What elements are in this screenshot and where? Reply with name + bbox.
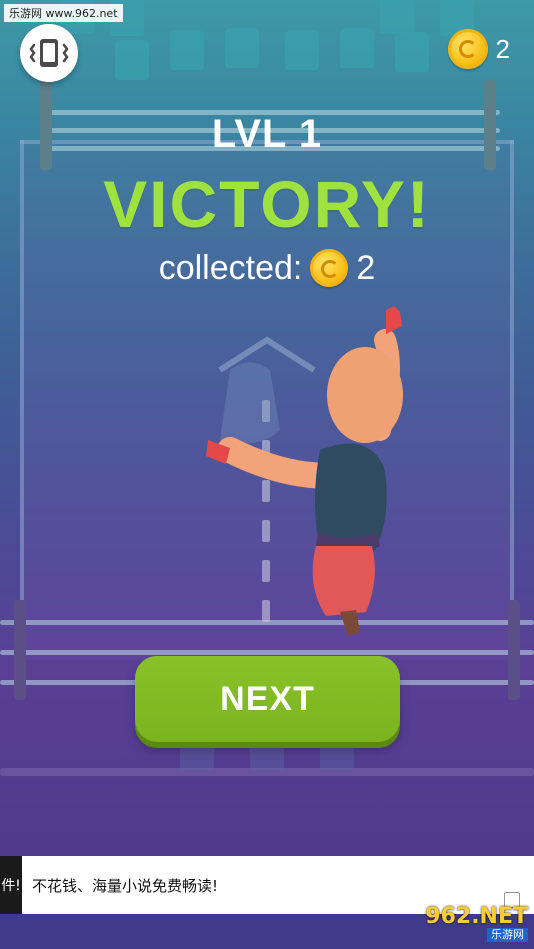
vibration-toggle-button[interactable] [20,24,78,82]
wrestler-character [206,306,403,636]
ad-thumbnail[interactable]: 件! [0,856,22,914]
victory-label: VICTORY! [103,167,431,241]
site-logo-sub: 乐游网 [487,928,528,942]
ring-post [508,600,520,700]
arena-seat [225,28,259,68]
site-logo: 962.NET 乐游网 [402,902,528,946]
coin-icon [447,29,488,69]
wrestler-head [327,347,403,443]
site-logo-main: 962.NET [425,904,528,929]
coin-count: 2 [495,33,510,64]
arena-seat [380,0,414,34]
arrow-chevron [218,336,316,373]
arena-seat [395,32,429,72]
raised-glove [386,306,402,334]
wrestler-boot [340,610,360,636]
level-label: LVL 1 [211,112,323,156]
ghost-silhouette [220,362,280,444]
arena-seat [115,40,149,80]
coin-counter: 2 [447,28,510,70]
site-watermark: 乐游网 www.962.net [4,4,123,22]
collected-label: collected: [158,248,303,287]
wrestler-shorts [312,546,375,616]
collected-count: 2 [356,248,376,287]
arena-seat [340,28,374,68]
coin-icon [310,249,349,287]
arena-seat [170,30,204,70]
ring-rope [0,650,534,655]
phone-vibrate-icon [29,39,69,67]
ad-text[interactable]: 不花钱、海量小说免费畅读! [32,875,218,896]
next-button[interactable]: NEXT [135,656,400,742]
ring-post [14,600,26,700]
collected-summary: collected: 2 [0,246,534,290]
arena-seat [285,30,319,70]
